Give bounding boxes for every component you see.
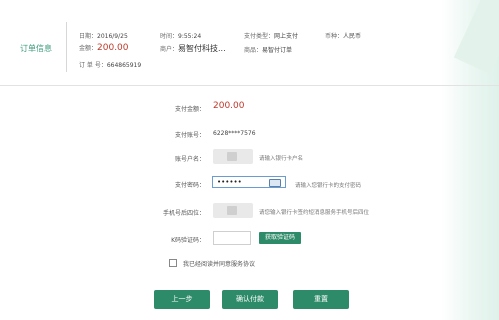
password-dots: •••••• bbox=[217, 178, 242, 186]
agree-checkbox[interactable] bbox=[169, 259, 177, 267]
payment-panel: 订单信息 日期：2016/9/25 时间：9:55:24 支付类型：网上支付 币… bbox=[0, 0, 499, 320]
account-name-label: 账号户名： bbox=[174, 156, 205, 163]
agree-text: 我已经阅读并同意服务协议 bbox=[183, 261, 256, 268]
agree-row[interactable]: 我已经阅读并同意服务协议 bbox=[169, 259, 255, 268]
order-currency: 币种：人民币 bbox=[325, 31, 361, 40]
product-label: 商品： bbox=[244, 47, 263, 54]
order-time: 时间：9:55:24 bbox=[160, 31, 201, 40]
merchant-value: 易智付科技... bbox=[178, 44, 226, 53]
account-name-hint: 请输入银行卡户名 bbox=[259, 156, 304, 162]
date-label: 日期： bbox=[79, 33, 98, 40]
time-label: 时间： bbox=[160, 33, 179, 40]
pay-type-label: 支付类型： bbox=[244, 33, 275, 40]
merchant-label: 商户： bbox=[160, 46, 179, 53]
order-merchant: 商户：易智付科技... bbox=[160, 43, 226, 54]
confirm-pay-button[interactable]: 确认付款 bbox=[222, 290, 278, 309]
order-divider bbox=[66, 22, 67, 72]
order-no-label: 订 单 号： bbox=[79, 62, 107, 69]
reset-button[interactable]: 重置 bbox=[293, 290, 349, 309]
pay-amount-value: 200.00 bbox=[213, 101, 245, 111]
order-no-value: 664865919 bbox=[106, 62, 142, 69]
prev-button[interactable]: 上一步 bbox=[154, 290, 210, 309]
time-value: 9:55:24 bbox=[178, 33, 202, 40]
pay-type-value: 网上支付 bbox=[274, 33, 299, 40]
product-value: 易智付订单 bbox=[262, 47, 293, 54]
date-value: 2016/9/25 bbox=[97, 33, 128, 40]
account-name-field[interactable] bbox=[213, 149, 253, 164]
decorative-edge bbox=[441, 0, 499, 320]
order-date: 日期：2016/9/25 bbox=[79, 31, 128, 40]
order-number: 订 单 号：664865919 bbox=[79, 60, 141, 69]
k-code-label: K码验证码： bbox=[171, 237, 205, 244]
password-input[interactable]: •••••• bbox=[212, 176, 286, 188]
currency-value: 人民币 bbox=[343, 33, 362, 40]
order-amount: 金额：200.00 bbox=[79, 43, 129, 53]
section-divider bbox=[0, 85, 499, 86]
currency-label: 币种： bbox=[325, 33, 344, 40]
order-product: 商品：易智付订单 bbox=[244, 45, 292, 54]
pay-amount-label: 支付金额： bbox=[174, 106, 205, 113]
get-code-button[interactable]: 获取验证码 bbox=[259, 232, 301, 244]
phone-label: 手机号后四位： bbox=[162, 210, 205, 217]
amount-value: 200.00 bbox=[97, 43, 129, 53]
password-label: 支付密码： bbox=[174, 182, 205, 189]
keyboard-icon[interactable] bbox=[269, 179, 281, 187]
order-pay-type: 支付类型：网上支付 bbox=[244, 31, 298, 40]
k-code-input[interactable] bbox=[213, 231, 251, 245]
phone-field[interactable] bbox=[213, 203, 253, 218]
password-hint: 请输入您银行卡的支付密码 bbox=[295, 183, 362, 189]
amount-label: 金额： bbox=[79, 45, 98, 52]
pay-account-label: 支付账号： bbox=[174, 132, 205, 139]
phone-hint: 请您输入银行卡签约短消息服务手机号后四位 bbox=[259, 210, 370, 216]
pay-account-value: 6228****7576 bbox=[213, 130, 256, 137]
order-info-title: 订单信息 bbox=[20, 44, 52, 53]
